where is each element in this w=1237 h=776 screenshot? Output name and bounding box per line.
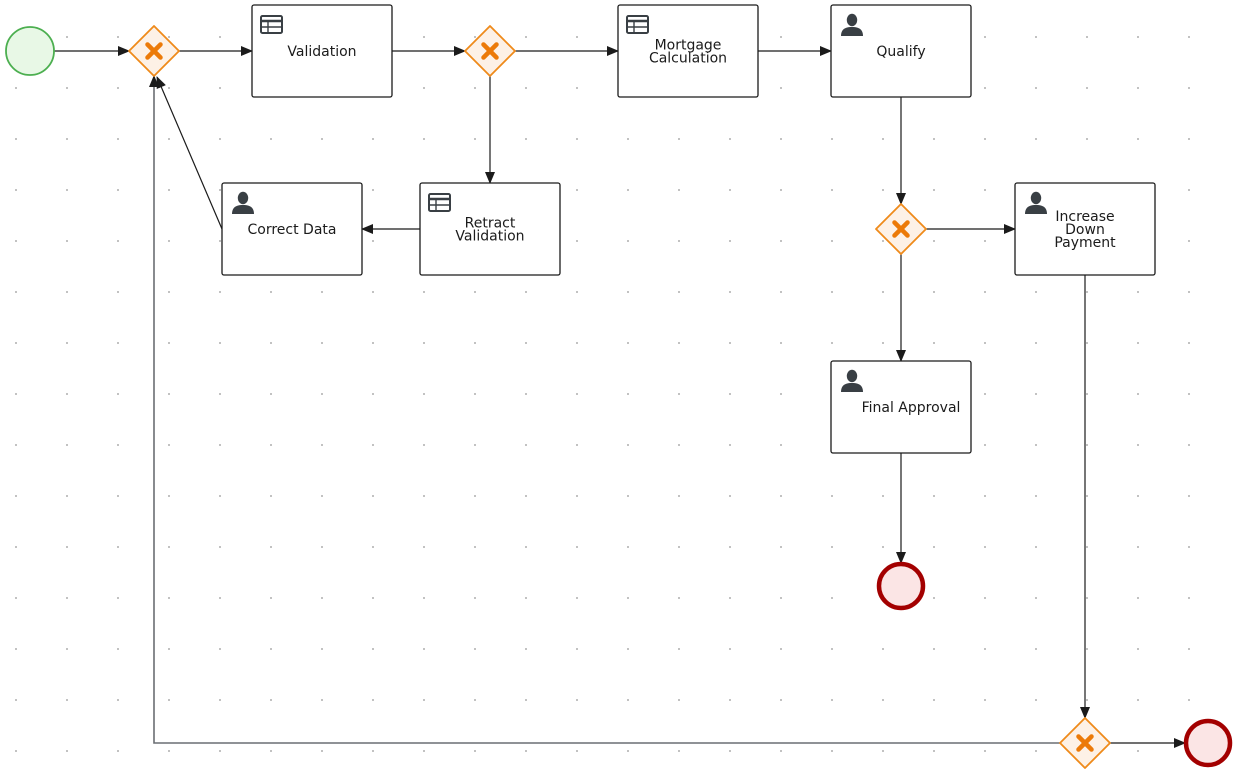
task-label: Final Approval	[862, 400, 961, 416]
task-label: Validation	[287, 44, 356, 60]
business-rule-task-mortgage[interactable]: MortgageCalculation	[617, 4, 759, 98]
task-label: Validation	[455, 229, 524, 245]
bpmn-diagram: Validation MortgageCalculation Qualify Retr…	[5, 4, 1233, 769]
business-rule-task-validation[interactable]: Validation	[251, 4, 393, 98]
end-event-end2[interactable]	[1183, 718, 1233, 768]
business-rule-task-retract[interactable]: RetractValidation	[419, 182, 561, 276]
end-event-end1[interactable]	[876, 561, 926, 611]
user-task-final[interactable]: Final Approval	[830, 360, 972, 454]
task-label: Calculation	[649, 51, 727, 67]
exclusive-gateway-gw2[interactable]	[464, 25, 516, 77]
sequence-flows	[54, 46, 1186, 748]
user-task-increase[interactable]: IncreaseDownPayment	[1014, 182, 1156, 276]
exclusive-gateway-gw1[interactable]	[128, 25, 180, 77]
end-event-circle[interactable]	[1183, 718, 1233, 768]
task-label: Correct Data	[248, 222, 337, 238]
exclusive-gateway-gw4[interactable]	[1059, 717, 1111, 769]
flow-nodes: Validation MortgageCalculation Qualify Retr…	[5, 4, 1233, 769]
start-event-start[interactable]	[5, 26, 55, 76]
start-event-circle[interactable]	[5, 26, 55, 76]
task-label: Payment	[1054, 235, 1116, 251]
end-event-circle[interactable]	[876, 561, 926, 611]
user-task-correct[interactable]: Correct Data	[221, 182, 363, 276]
task-label: Qualify	[876, 44, 925, 60]
sequence-flow-correct-to-gw1[interactable]	[156, 76, 223, 230]
exclusive-gateway-gw3[interactable]	[875, 203, 927, 255]
user-task-qualify[interactable]: Qualify	[830, 4, 972, 98]
